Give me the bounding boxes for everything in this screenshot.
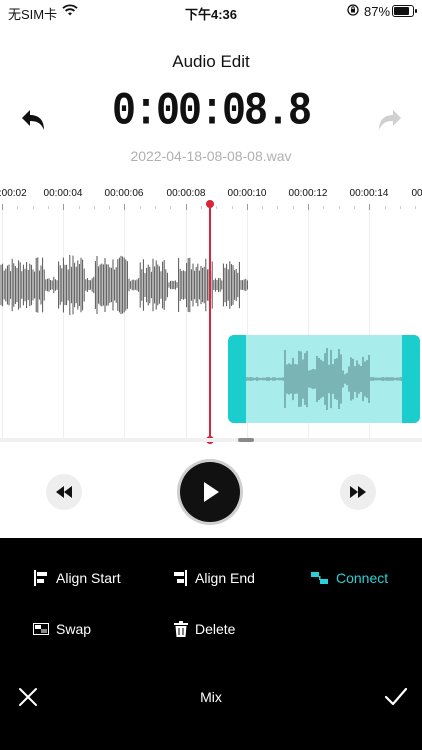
ruler-tick xyxy=(78,206,80,209)
play-button[interactable] xyxy=(180,462,240,522)
file-name: 2022-04-18-08-08-08.wav xyxy=(130,148,292,164)
fast-forward-button[interactable] xyxy=(340,474,376,510)
ruler-tick xyxy=(399,206,401,209)
grid-line xyxy=(124,210,125,438)
ruler-tick xyxy=(338,206,340,209)
tick-label: 00:00:08 xyxy=(166,188,206,199)
connect-icon xyxy=(311,572,328,584)
page-title: Audio Edit xyxy=(172,52,250,71)
time-readout: 0:00:08.8 xyxy=(111,86,312,139)
ruler-tick xyxy=(262,206,264,209)
tick-label: 0:00:02 xyxy=(0,188,27,199)
ruler-tick xyxy=(200,206,202,209)
ruler-tick xyxy=(216,206,218,209)
play-icon xyxy=(204,482,219,502)
swap-icon xyxy=(33,623,49,635)
clip-trim-handle-left[interactable] xyxy=(228,335,246,423)
ruler-tick xyxy=(231,206,233,209)
swap-label: Swap xyxy=(56,621,92,637)
rewind-icon xyxy=(56,486,72,498)
playhead-top-knob[interactable] xyxy=(206,200,214,208)
connect-button[interactable]: Connect xyxy=(311,570,388,586)
ruler-tick xyxy=(353,206,355,209)
ruler-tick xyxy=(323,206,325,209)
redo-icon[interactable] xyxy=(375,106,405,134)
selected-audio-clip[interactable] xyxy=(228,335,420,423)
checkmark-icon[interactable] xyxy=(383,685,409,709)
delete-button[interactable]: Delete xyxy=(174,621,235,637)
ruler-tick xyxy=(170,206,172,209)
clip-trim-handle-right[interactable] xyxy=(402,335,420,423)
scrollbar-thumb[interactable] xyxy=(238,438,254,442)
grid-line xyxy=(186,210,187,438)
mode-label: Mix xyxy=(200,689,222,705)
rewind-button[interactable] xyxy=(46,474,82,510)
battery-icon xyxy=(392,5,417,17)
ruler-tick xyxy=(384,206,386,209)
delete-label: Delete xyxy=(195,621,236,637)
grid-line xyxy=(2,210,3,438)
orientation-lock-icon xyxy=(347,4,359,16)
ruler-tick xyxy=(17,206,19,209)
connect-label: Connect xyxy=(336,570,389,586)
align-start-button[interactable]: Align Start xyxy=(33,570,121,586)
grid-line xyxy=(63,210,64,438)
clip-waveform xyxy=(246,347,402,411)
trash-icon xyxy=(174,621,188,637)
tick-label: 00:00:12 xyxy=(288,188,328,199)
ruler-tick xyxy=(139,206,141,209)
align-end-button[interactable]: Align End xyxy=(172,570,255,586)
tick-label: 00 xyxy=(411,188,422,199)
timeline-scrollbar[interactable] xyxy=(0,438,422,442)
align-end-label: Align End xyxy=(195,570,255,586)
ruler-tick xyxy=(32,206,34,209)
align-end-icon xyxy=(174,570,187,586)
swap-button[interactable]: Swap xyxy=(33,621,91,637)
ruler-tick xyxy=(292,206,294,209)
ruler-tick xyxy=(47,206,49,209)
ruler-tick xyxy=(415,206,417,209)
tick-label: 00:00:06 xyxy=(104,188,144,199)
playhead[interactable] xyxy=(209,204,211,440)
tick-label: 00:00:14 xyxy=(349,188,389,199)
ruler-tick xyxy=(277,206,279,209)
ruler-tick xyxy=(93,206,95,209)
ruler-tick xyxy=(155,206,156,209)
status-bar: 无SIM卡 下午4:36 87% xyxy=(0,0,422,24)
tick-label: 00:00:04 xyxy=(43,188,83,199)
align-start-icon xyxy=(34,570,47,586)
align-start-label: Align Start xyxy=(56,570,121,586)
battery-percent: 87% xyxy=(364,4,391,19)
ruler-tick xyxy=(109,206,111,209)
fast-forward-icon xyxy=(350,486,366,498)
audio-track-waveform[interactable] xyxy=(0,250,250,320)
tick-label: 00:00:10 xyxy=(227,188,267,199)
